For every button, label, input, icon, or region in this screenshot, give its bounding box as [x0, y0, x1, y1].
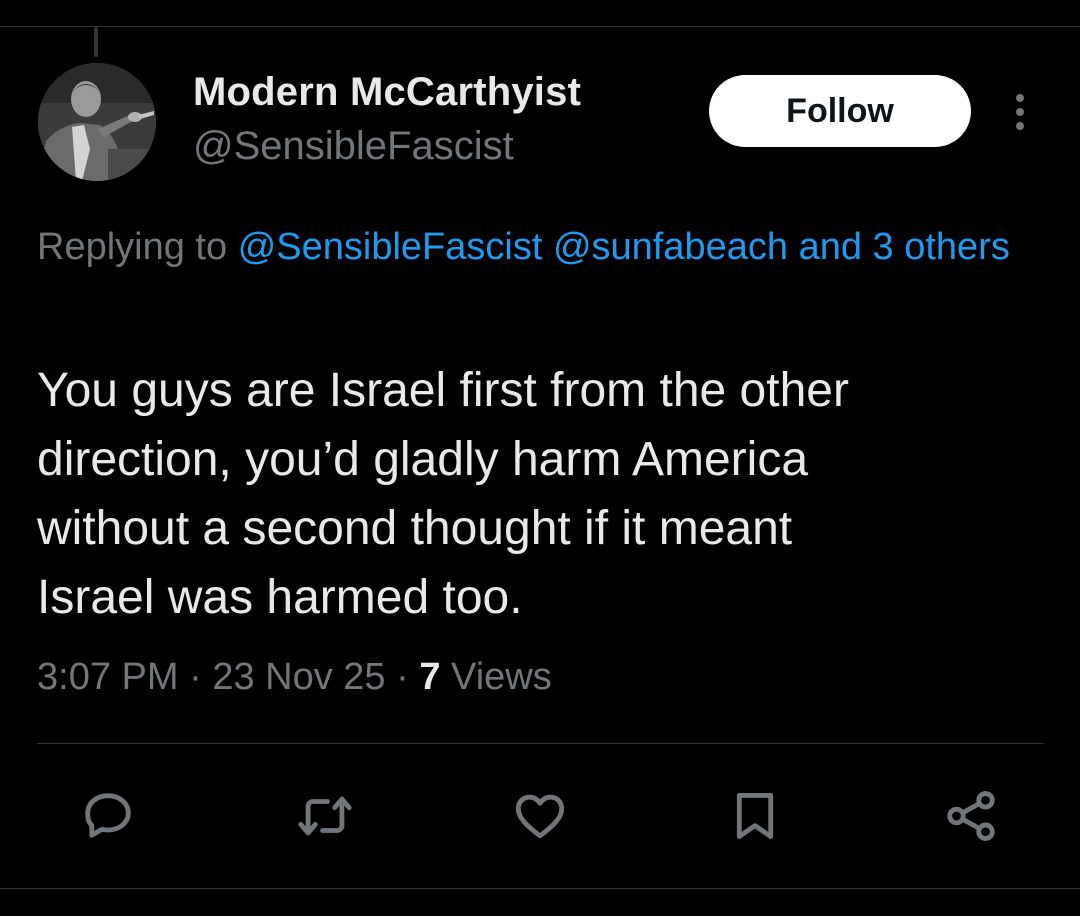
- tweet-body: You guys are Israel first from the other…: [37, 356, 1047, 632]
- tweet-date[interactable]: 23 Nov 25: [212, 656, 385, 698]
- share-icon: [947, 791, 995, 841]
- meta-separator: ·: [396, 656, 409, 698]
- views-label[interactable]: Views: [451, 656, 552, 698]
- reply-button[interactable]: [79, 787, 137, 845]
- thread-connector-line: [94, 27, 98, 57]
- avatar[interactable]: [38, 63, 156, 181]
- bookmark-icon: [736, 793, 774, 839]
- mention-link[interactable]: @sunfabeach: [553, 226, 788, 268]
- bookmark-button[interactable]: [726, 787, 784, 845]
- tweet-time[interactable]: 3:07 PM: [37, 656, 179, 698]
- author-display-name[interactable]: Modern McCarthyist: [193, 70, 581, 115]
- avatar-photo-icon: [38, 63, 156, 181]
- author-handle[interactable]: @SensibleFascist: [193, 124, 514, 169]
- tweet-meta: 3:07 PM · 23 Nov 25 · 7 Views: [37, 656, 552, 699]
- tweet-text-line: Israel was harmed too.: [37, 571, 523, 624]
- views-count[interactable]: 7: [419, 656, 440, 698]
- replying-prefix: Replying to: [37, 226, 228, 268]
- repost-icon: [298, 796, 352, 836]
- repost-button[interactable]: [296, 787, 354, 845]
- others-link[interactable]: and 3 others: [799, 226, 1010, 268]
- heart-icon: [515, 794, 565, 839]
- meta-separator: ·: [189, 656, 202, 698]
- tweet-text-line: without a second thought if it meant: [37, 502, 793, 555]
- share-button[interactable]: [942, 787, 1000, 845]
- like-button[interactable]: [511, 787, 569, 845]
- more-options-icon[interactable]: [1006, 90, 1034, 134]
- follow-button[interactable]: Follow: [709, 75, 971, 147]
- top-divider: [0, 26, 1080, 27]
- tweet-text-line: You guys are Israel first from the other: [37, 364, 849, 417]
- mention-link[interactable]: @SensibleFascist: [238, 226, 543, 268]
- bottom-divider: [0, 888, 1080, 889]
- replying-to-line: Replying to @SensibleFascist @sunfabeach…: [37, 218, 1067, 276]
- reply-icon: [85, 793, 131, 838]
- actions-divider: [37, 743, 1044, 744]
- tweet-text-line: direction, you’d gladly harm America: [37, 433, 809, 486]
